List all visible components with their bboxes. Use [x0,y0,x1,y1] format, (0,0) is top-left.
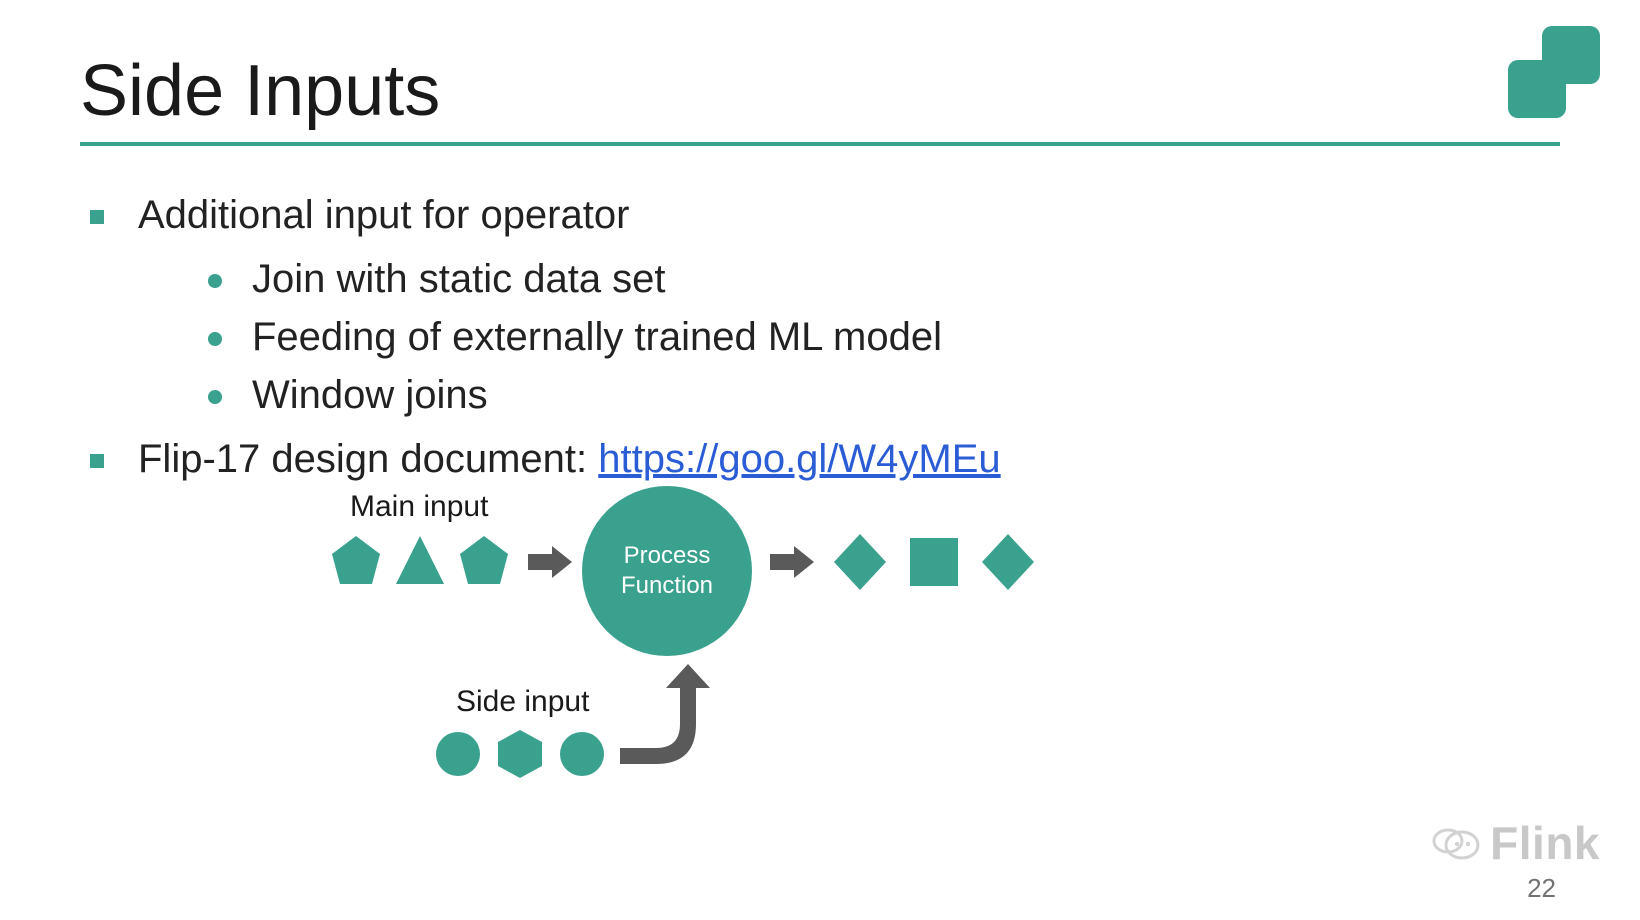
corner-logo [1490,26,1600,126]
sub-bullet-3: Window joins [208,366,1560,424]
side-input-label: Side input [456,685,589,719]
slide: Side Inputs Additional input for operato… [0,0,1640,920]
side-input-shapes [434,728,606,780]
main-input-label: Main input [350,490,488,524]
output-shapes [832,532,1042,592]
chat-bubble-icon [1428,821,1480,865]
bullet-item-1-text: Additional input for operator [138,193,629,237]
logo-square-front [1508,60,1566,118]
sub-bullet-2: Feeding of externally trained ML model [208,308,1560,366]
process-node-line2: Function [621,572,713,599]
bullet-item-1: Additional input for operator Join with … [90,186,1560,424]
diagram: Main input Process Function [330,490,1150,820]
process-node-line1: Process [624,542,711,569]
sub-bullet-1: Join with static data set [208,250,1560,308]
bullet-item-2: Flip-17 design document: https://goo.gl/… [90,430,1560,488]
main-input-shapes [330,532,510,592]
bullet-item-2-prefix: Flip-17 design document: [138,437,598,481]
design-doc-link[interactable]: https://goo.gl/W4yMEu [598,437,1000,481]
watermark-text: Flink [1490,816,1600,870]
watermark: Flink [1428,816,1600,870]
slide-title: Side Inputs [80,50,1560,132]
arrow-main-to-process-icon [526,544,574,580]
page-number: 22 [1527,873,1556,904]
arrow-side-to-process-icon [614,662,714,772]
process-function-node: Process Function [582,486,752,656]
title-underline [80,142,1560,146]
arrow-process-to-output-icon [768,544,816,580]
bullet-sublist: Join with static data set Feeding of ext… [208,250,1560,424]
bullet-list: Additional input for operator Join with … [90,186,1560,488]
